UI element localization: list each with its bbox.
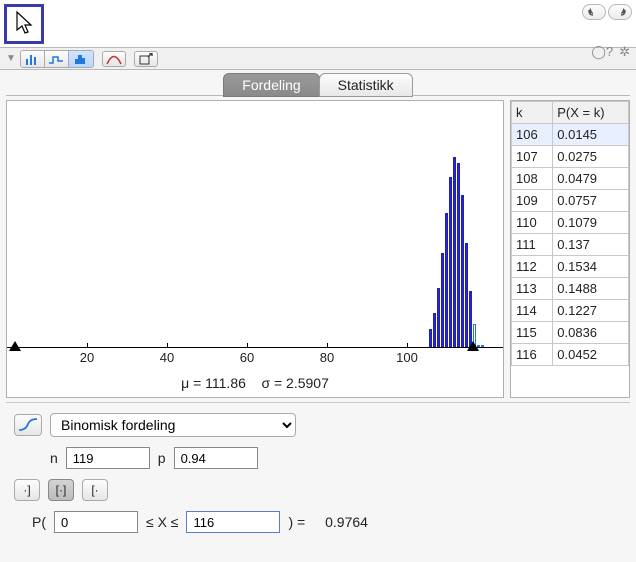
mode-curve-icon[interactable] xyxy=(102,51,126,67)
table-row[interactable]: 1160.0452 xyxy=(512,344,629,366)
table-row[interactable]: 1100.1079 xyxy=(512,212,629,234)
interval-right-button[interactable]: ·] xyxy=(14,479,40,501)
toolbar-dropdown-icon[interactable]: ▼ xyxy=(6,53,16,64)
secondary-toolbar: ▼ xyxy=(0,48,636,70)
view-tabs: Fordeling Statistikk xyxy=(0,72,636,96)
distribution-chart: 20406080100 μ = 111.86 σ = 2.5907 xyxy=(6,100,504,398)
histogram-bar xyxy=(437,288,440,347)
table-row[interactable]: 1080.0479 xyxy=(512,168,629,190)
interval-both-button[interactable]: [·] xyxy=(48,479,74,501)
histogram-bar xyxy=(465,243,468,347)
probability-table: k P(X = k) 1060.01451070.02751080.047910… xyxy=(510,100,630,398)
content-row: 20406080100 μ = 111.86 σ = 2.5907 k P(X … xyxy=(6,100,630,398)
chart-mode-buttons xyxy=(20,50,94,68)
mu-label: μ = 111.86 xyxy=(181,375,246,391)
cdf-icon[interactable] xyxy=(14,414,42,436)
mode-bars-icon[interactable] xyxy=(21,51,45,67)
table-row[interactable]: 1150.0836 xyxy=(512,322,629,344)
table-row[interactable]: 1090.0757 xyxy=(512,190,629,212)
interval-left-button[interactable]: [· xyxy=(82,479,108,501)
n-input[interactable] xyxy=(66,447,150,469)
x-axis: 20406080100 xyxy=(7,347,503,367)
app-toolbar: ◯? ✲ xyxy=(0,0,636,48)
histogram-bar xyxy=(469,291,472,347)
table-row[interactable]: 1120.1534 xyxy=(512,256,629,278)
histogram-bar xyxy=(461,195,464,347)
controls-panel: Binomisk fordeling n p ·] [·] [· P( ≤ X … xyxy=(14,413,622,533)
histogram-bar xyxy=(429,329,432,347)
tab-statistics[interactable]: Statistikk xyxy=(319,73,413,97)
redo-button[interactable] xyxy=(608,4,632,20)
lower-bound-input[interactable] xyxy=(54,511,138,533)
sigma-label: σ = 2.5907 xyxy=(261,375,328,391)
table-row[interactable]: 1140.1227 xyxy=(512,300,629,322)
table-row[interactable]: 1060.0145 xyxy=(512,124,629,146)
col-p-header: P(X = k) xyxy=(553,102,629,124)
p-input[interactable] xyxy=(174,447,258,469)
table-row[interactable]: 1070.0275 xyxy=(512,146,629,168)
col-k-header: k xyxy=(512,102,553,124)
mode-filled-icon[interactable] xyxy=(69,51,93,67)
prob-result: 0.9764 xyxy=(325,514,368,530)
prob-close: ) = xyxy=(288,514,305,530)
histogram-bar xyxy=(445,213,448,347)
histogram-bar xyxy=(441,253,444,347)
settings-icon[interactable]: ✲ xyxy=(619,44,630,60)
n-label: n xyxy=(50,450,58,466)
chart-stats: μ = 111.86 σ = 2.5907 xyxy=(7,375,503,391)
histogram-bar xyxy=(433,313,436,347)
prob-mid: ≤ X ≤ xyxy=(146,514,178,530)
histogram-bar xyxy=(453,157,456,347)
histogram-bar xyxy=(457,163,460,347)
p-label: p xyxy=(158,450,166,466)
tab-distribution[interactable]: Fordeling xyxy=(223,73,319,97)
table-row[interactable]: 1130.1488 xyxy=(512,278,629,300)
undo-button[interactable] xyxy=(582,4,606,20)
export-icon[interactable] xyxy=(134,51,158,67)
histogram-bar xyxy=(449,177,452,347)
prob-open: P( xyxy=(32,514,46,530)
upper-bound-input[interactable] xyxy=(186,511,280,533)
distribution-select[interactable]: Binomisk fordeling xyxy=(50,413,296,437)
table-row[interactable]: 1110.137 xyxy=(512,234,629,256)
help-icon[interactable]: ◯? xyxy=(591,44,613,60)
mode-step-icon[interactable] xyxy=(45,51,69,67)
pointer-tool[interactable] xyxy=(4,4,44,44)
